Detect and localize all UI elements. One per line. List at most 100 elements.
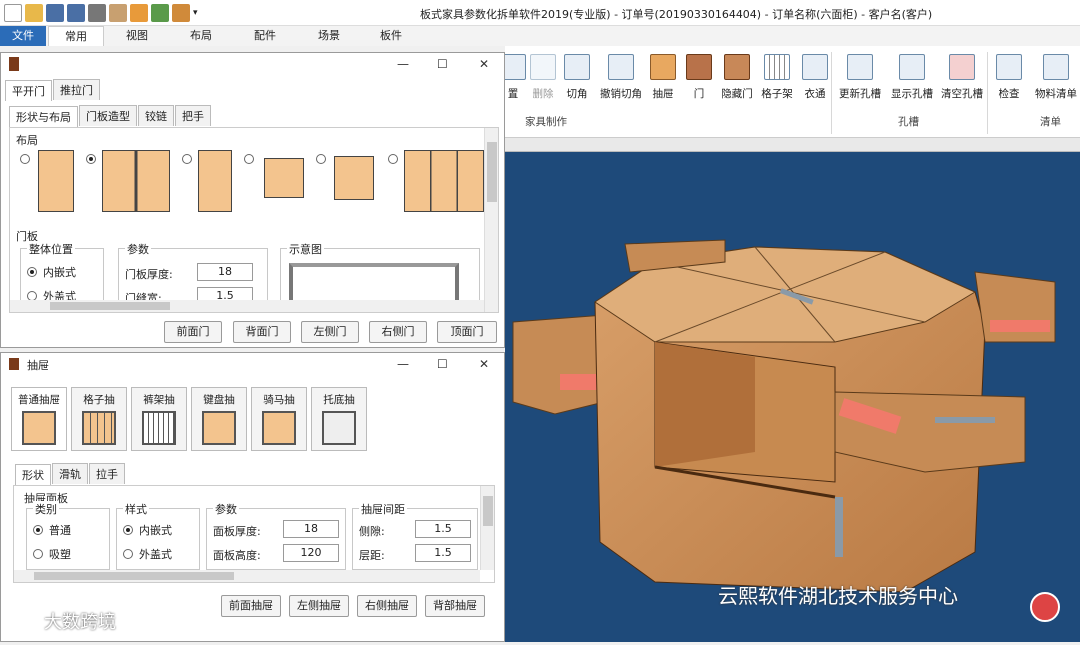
style-inset-label: 内嵌式 xyxy=(139,524,172,537)
ribbon-drawer-button[interactable]: 抽屉 xyxy=(643,54,683,101)
tab-shape-layout[interactable]: 形状与布局 xyxy=(9,106,78,127)
tab-board[interactable]: 板件 xyxy=(366,26,416,46)
layout-double-door[interactable] xyxy=(102,150,170,212)
layout-option-6-radio[interactable] xyxy=(388,154,398,164)
tab-home[interactable]: 常用 xyxy=(48,26,104,46)
ribbon-show-holes-button[interactable]: 显示孔槽 xyxy=(887,54,937,101)
maximize-icon[interactable]: ☐ xyxy=(437,357,448,371)
category-normal-radio[interactable] xyxy=(33,525,43,535)
ribbon-door-button[interactable]: 门 xyxy=(679,54,719,101)
check-icon xyxy=(996,54,1022,80)
tab-sliding-door[interactable]: 推拉门 xyxy=(53,79,100,100)
ribbon-grid-shelf-button[interactable]: 格子架 xyxy=(755,54,799,101)
right-door-button[interactable]: 右侧门 xyxy=(369,321,427,343)
drawer-type-trouser-rack[interactable]: 裤架抽 xyxy=(131,387,187,451)
layout-option-4-radio[interactable] xyxy=(244,154,254,164)
drawer-panel-hscroll[interactable] xyxy=(14,570,480,582)
drawer-dialog: 抽屉 — ☐ ✕ 普通抽屉 格子抽 裤架抽 键盘抽 骑马抽 托底抽 形状 滑轨 … xyxy=(0,352,505,642)
back-drawer-button[interactable]: 背部抽屉 xyxy=(425,595,485,617)
print-preview-icon[interactable] xyxy=(109,4,127,22)
layer-gap-label: 层距: xyxy=(359,549,385,562)
layout-option-3-radio[interactable] xyxy=(182,154,192,164)
save-icon[interactable] xyxy=(46,4,64,22)
layout-multi-door[interactable] xyxy=(404,150,484,212)
top-door-button[interactable]: 顶面门 xyxy=(437,321,497,343)
layout-flap-down[interactable] xyxy=(264,158,304,198)
door-thickness-input[interactable]: 18 xyxy=(197,263,253,281)
ribbon-clothes-rail-button[interactable]: 衣通 xyxy=(795,54,835,101)
delete-icon xyxy=(530,54,556,80)
right-drawer-button[interactable]: 右侧抽屉 xyxy=(357,595,417,617)
tab-pull[interactable]: 拉手 xyxy=(89,463,125,484)
back-door-button[interactable]: 背面门 xyxy=(233,321,291,343)
panel-thickness-input[interactable]: 18 xyxy=(283,520,339,538)
ribbon-undo-chamfer-button[interactable]: 撤销切角 xyxy=(597,54,645,101)
panel-thickness-label: 面板厚度: xyxy=(213,525,261,538)
ribbon-hidden-door-button[interactable]: 隐藏门 xyxy=(715,54,759,101)
door-panel-vscroll[interactable] xyxy=(484,128,498,312)
print-icon[interactable] xyxy=(88,4,106,22)
ribbon-update-holes-button[interactable]: 更新孔槽 xyxy=(835,54,885,101)
tab-file[interactable]: 文件 xyxy=(0,26,46,46)
tab-door-style[interactable]: 门板造型 xyxy=(79,105,137,126)
new-file-icon[interactable] xyxy=(4,4,22,22)
front-drawer-button[interactable]: 前面抽屉 xyxy=(221,595,281,617)
qat-dropdown-icon[interactable]: ▾ xyxy=(193,4,201,22)
close-icon[interactable]: ✕ xyxy=(479,57,489,71)
redo-icon[interactable] xyxy=(151,4,169,22)
panel-height-input[interactable]: 120 xyxy=(283,544,339,562)
group-list: 清单 xyxy=(1040,116,1061,128)
tab-shape[interactable]: 形状 xyxy=(15,464,51,485)
ribbon-material-list-button[interactable]: 物料清单 xyxy=(1031,54,1080,101)
3d-viewport[interactable] xyxy=(505,152,1080,642)
style-inset-radio[interactable] xyxy=(123,525,133,535)
tab-layout[interactable]: 布局 xyxy=(176,26,226,46)
tab-scene[interactable]: 场景 xyxy=(304,26,354,46)
front-door-button[interactable]: 前面门 xyxy=(164,321,222,343)
layout-single-door-left[interactable] xyxy=(198,150,232,212)
tab-handle[interactable]: 把手 xyxy=(175,105,211,126)
maximize-icon[interactable]: ☐ xyxy=(437,57,448,71)
door-params-group: 参数 门板厚度: 18 门缝宽: 1.5 xyxy=(118,241,268,308)
layout-flap-up[interactable] xyxy=(334,156,374,200)
drawer-type-keyboard[interactable]: 键盘抽 xyxy=(191,387,247,451)
minimize-icon[interactable]: — xyxy=(397,357,409,371)
door-type-tabs: 平开门 推拉门 xyxy=(5,79,101,101)
category-blister-label: 吸塑 xyxy=(49,548,71,561)
undo-icon[interactable] xyxy=(130,4,148,22)
drawer-type-normal[interactable]: 普通抽屉 xyxy=(11,387,67,451)
cube-icon[interactable] xyxy=(172,4,190,22)
tab-view[interactable]: 视图 xyxy=(112,26,162,46)
drawer-type-saddle[interactable]: 骑马抽 xyxy=(251,387,307,451)
save-all-icon[interactable] xyxy=(67,4,85,22)
category-blister-radio[interactable] xyxy=(33,549,43,559)
ribbon-clear-holes-button[interactable]: 清空孔槽 xyxy=(937,54,987,101)
door-icon xyxy=(686,54,712,80)
tab-hinge[interactable]: 铰链 xyxy=(138,105,174,126)
minimize-icon[interactable]: — xyxy=(397,57,409,71)
drawer-panel-vscroll[interactable] xyxy=(480,486,494,570)
tab-slide[interactable]: 滑轨 xyxy=(52,463,88,484)
drawer-type-grid[interactable]: 格子抽 xyxy=(71,387,127,451)
layout-single-door-right[interactable] xyxy=(38,150,74,212)
layout-option-5-radio[interactable] xyxy=(316,154,326,164)
left-drawer-button[interactable]: 左侧抽屉 xyxy=(289,595,349,617)
door-panel-hscroll[interactable] xyxy=(10,300,484,312)
close-icon[interactable]: ✕ xyxy=(479,357,489,371)
ribbon-chamfer-button[interactable]: 切角 xyxy=(557,54,597,101)
side-gap-input[interactable]: 1.5 xyxy=(415,520,471,538)
inset-radio[interactable] xyxy=(27,267,37,277)
layout-option-1-radio[interactable] xyxy=(20,154,30,164)
left-door-button[interactable]: 左侧门 xyxy=(301,321,359,343)
tab-hinged-door[interactable]: 平开门 xyxy=(5,80,52,101)
layer-gap-input[interactable]: 1.5 xyxy=(415,544,471,562)
side-gap-label: 侧隙: xyxy=(359,525,385,538)
open-folder-icon[interactable] xyxy=(25,4,43,22)
drawer-type-bottom-support[interactable]: 托底抽 xyxy=(311,387,367,451)
style-group: 样式 内嵌式 外盖式 xyxy=(116,501,200,570)
quick-access-toolbar: ▾ xyxy=(4,4,201,22)
ribbon-check-button[interactable]: 检查 xyxy=(989,54,1029,101)
style-overlay-radio[interactable] xyxy=(123,549,133,559)
tab-hardware[interactable]: 配件 xyxy=(240,26,290,46)
layout-option-2-radio[interactable] xyxy=(86,154,96,164)
